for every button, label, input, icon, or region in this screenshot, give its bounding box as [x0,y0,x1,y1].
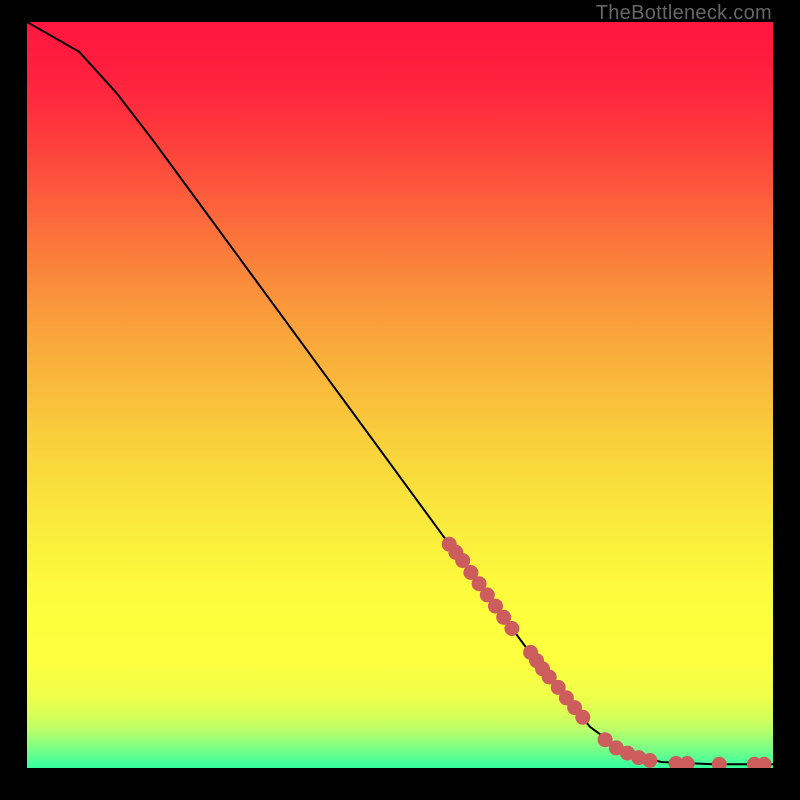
data-point [642,753,657,768]
chart-frame: TheBottleneck.com [0,0,800,800]
chart-svg [27,22,773,768]
data-point [575,710,590,725]
gradient-background [27,22,773,768]
plot-area [27,22,773,768]
data-point [504,621,519,636]
